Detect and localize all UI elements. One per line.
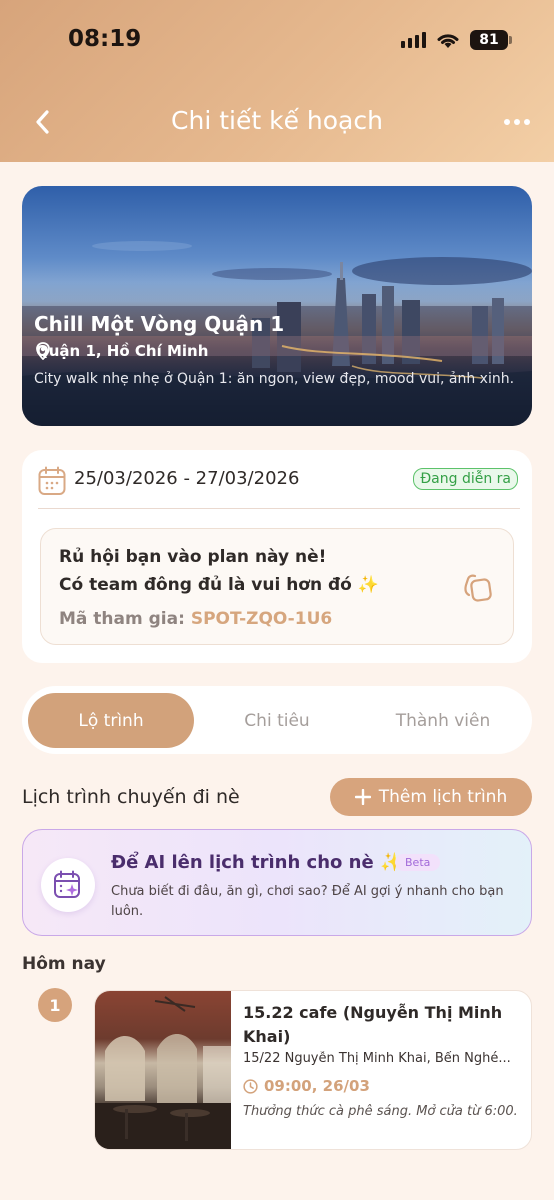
plan-location-text: Quận 1, Hồ Chí Minh [36,342,209,360]
sparkle-icon: ✨ [357,575,379,595]
status-time: 08:19 [68,26,142,52]
itinerary-item-card[interactable]: 15.22 cafe (Nguyễn Thị Minh Khai) 15/22 … [94,990,532,1150]
location-pin-icon [36,342,50,360]
ai-suggest-card[interactable]: Để AI lên lịch trình cho nè ✨ Beta Chưa … [22,829,532,936]
invite-subheading-text: Có team đông đủ là vui hơn đó [59,575,352,595]
plan-location: Quận 1, Hồ Chí Minh [36,342,208,360]
battery-indicator: 81 [470,30,512,50]
divider [38,508,520,509]
date-range: 25/03/2026 - 27/03/2026 [74,468,300,489]
step-number-badge: 1 [38,988,72,1022]
add-schedule-label: Thêm lịch trình [378,787,508,807]
ai-calendar-icon [41,858,95,912]
status-icons: 81 [401,30,512,50]
copy-icon [464,574,492,602]
plan-description: City walk nhẹ nhẹ ở Quận 1: ăn ngon, vie… [34,371,515,387]
wifi-icon [437,34,459,48]
section-title: Lịch trình chuyến đi nè [22,786,240,808]
tab-members[interactable]: Thành viên [360,693,526,748]
invite-subheading: Có team đông đủ là vui hơn đó ✨ [59,575,379,595]
page-title: Chi tiết kế hoạch [171,106,383,135]
ai-suggest-title-text: Để AI lên lịch trình cho nè [111,852,374,873]
join-code-value: SPOT-ZQO-1U6 [190,609,333,629]
join-code-row: Mã tham gia: SPOT-ZQO-1U6 [59,609,332,629]
tab-itinerary[interactable]: Lộ trình [28,693,194,748]
invite-heading: Rủ hội bạn vào plan này nè! [59,547,327,567]
plus-icon [354,789,371,805]
calendar-icon [38,466,66,495]
tab-expenses[interactable]: Chi tiêu [194,693,360,748]
hero-banner: Chill Một Vòng Quận 1 Quận 1, Hồ Chí Min… [22,186,532,426]
more-options-button[interactable] [500,110,534,134]
tab-bar: Lộ trình Chi tiêu Thành viên [22,686,532,754]
join-code-label: Mã tham gia: [59,609,185,629]
invite-box: Rủ hội bạn vào plan này nè! Có team đông… [40,528,514,645]
plan-title: Chill Một Vòng Quận 1 [34,312,285,336]
copy-code-button[interactable] [461,571,495,605]
header-bar: 08:19 81 Chi tiết kế hoạch [0,0,554,162]
plan-info-card: 25/03/2026 - 27/03/2026 Đang diễn ra Rủ … [22,450,532,663]
ai-suggest-title: Để AI lên lịch trình cho nè ✨ [111,852,402,873]
day-label: Hôm nay [22,954,106,974]
place-note: Thưởng thức cà phê sáng. Mở cửa từ 6:00. [243,1104,518,1119]
status-badge: Đang diễn ra [413,468,518,490]
place-name: 15.22 cafe (Nguyễn Thị Minh Khai) [243,1003,503,1046]
place-time: 09:00, 26/03 [243,1077,370,1095]
add-schedule-button[interactable]: Thêm lịch trình [330,778,532,816]
cellular-signal-icon [401,32,426,48]
place-time-text: 09:00, 26/03 [264,1077,370,1095]
beta-badge: Beta [395,854,441,871]
clock-icon [243,1078,258,1094]
place-photo [95,991,231,1149]
place-address: 15/22 Nguyễn Thị Minh Khai, Bến Nghé... [243,1051,511,1066]
city-skyline-image [22,241,532,426]
ai-suggest-description: Chưa biết đi đâu, ăn gì, chơi sao? Để AI… [111,884,504,919]
